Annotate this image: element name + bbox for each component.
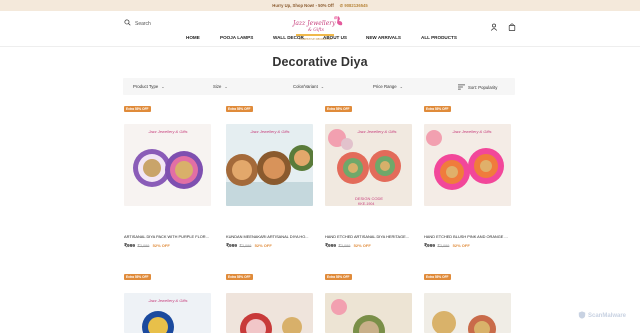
filter-product-type[interactable]: Product Type ⌄ [133,84,165,89]
product-name[interactable]: ARTISANAL DIYA PACK WITH PURPLE FLOR... [124,234,212,239]
chevron-down-icon: ⌄ [224,84,228,89]
chevron-down-icon: ⌄ [320,84,325,89]
product-price: ₹999 ₹2,099 52% OFF [226,243,272,249]
cart-bag-icon[interactable] [508,18,516,36]
announcement-bar: Hurry Up, Shop Now! - 50% Off ✆ 90821365… [0,0,640,11]
search-box[interactable]: Search [124,19,151,28]
discount-badge: Extra 55% OFF [226,106,253,112]
product-image[interactable]: Jazz Jewellery & Gifts [424,124,511,206]
discount-badge: Extra 55% OFF [325,274,352,280]
product-card[interactable]: Extra 55% OFF [424,274,514,333]
product-card[interactable]: Extra 55% OFF [226,274,316,333]
product-card[interactable]: Extra 55% OFF [325,274,415,333]
announcement-phone[interactable]: ✆ 9082136545 [340,3,368,8]
product-card[interactable]: Extra 55% OFF Jazz Jewellery & Gifts [124,274,214,333]
page-title: Decorative Diya [272,55,368,69]
product-name[interactable]: HAND ETCHED BLUSH PINK AND ORANGE ... [424,234,512,239]
filter-price-range[interactable]: Price Range ⌄ [373,84,403,89]
header-divider [0,46,640,47]
discount-badge: Extra 55% OFF [325,106,352,112]
nav-item-wall-decor[interactable]: WALL DECOR [273,35,304,40]
main-nav: HOME POOJA LAMPS WALL DECOR ABOUT US NEW… [0,35,640,45]
product-card[interactable]: Extra 55% OFF Jazz Jewellery & Gifts KUN… [226,106,316,256]
nav-item-all-products[interactable]: ALL PRODUCTS [421,35,457,40]
discount-badge: Extra 55% OFF [124,274,151,280]
svg-text:& Gifts: & Gifts [308,28,325,33]
product-image[interactable]: DESIGN CODE KKE-1904 Jazz Jewellery & Gi… [325,124,412,206]
svg-text:Jazz Jewellery: Jazz Jewellery [291,20,336,27]
product-price: ₹999 ₹2,099 52% OFF [124,243,170,249]
filter-bar: Product Type ⌄ Size ⌄ Color/Variant ⌄ Price… [123,78,515,95]
svg-text:KKE-1904: KKE-1904 [358,202,374,206]
nav-item-new-arrivals[interactable]: NEW ARRIVALS [366,35,401,40]
product-image[interactable] [325,293,412,333]
shield-icon [578,311,586,321]
product-price: ₹999 ₹2,099 52% OFF [424,243,470,249]
nav-item-about-us[interactable]: ABOUT US [323,35,347,40]
product-card[interactable]: Extra 55% OFF Jazz Jewellery & Gifts ART… [124,106,214,256]
svg-text:Jazz Jewellery & Gifts: Jazz Jewellery & Gifts [451,129,491,134]
discount-badge: Extra 55% OFF [124,106,151,112]
chevron-down-icon: ⌄ [161,84,165,89]
discount-badge: Extra 55% OFF [424,106,451,112]
sort-icon [458,84,465,91]
product-name[interactable]: HAND ETCHED ARTISANAL DIYA HERITAGE... [325,234,413,239]
chevron-down-icon: ⌄ [399,84,404,89]
product-image[interactable] [424,293,511,333]
svg-text:Jazz Jewellery & Gifts: Jazz Jewellery & Gifts [356,129,396,134]
nav-item-pooja-lamps[interactable]: POOJA LAMPS [220,35,253,40]
product-image[interactable]: Jazz Jewellery & Gifts [124,293,211,333]
discount-badge: Extra 55% OFF [424,274,451,280]
discount-badge: Extra 55% OFF [226,274,253,280]
announcement-text: Hurry Up, Shop Now! - 50% Off [272,3,334,8]
nav-item-home[interactable]: HOME [186,35,200,40]
watermark: ScanMalware [578,311,626,321]
product-image[interactable]: Jazz Jewellery & Gifts [124,124,211,206]
search-icon[interactable] [124,19,131,28]
product-name[interactable]: KUNDAN MEENAKARI ARTISANAL DIYA HO... [226,234,314,239]
svg-text:Jazz Jewellery & Gifts: Jazz Jewellery & Gifts [249,129,289,134]
product-card[interactable]: Extra 55% OFF Jazz Jewellery & Gifts HAN… [424,106,514,256]
product-image[interactable]: Jazz Jewellery & Gifts [226,124,313,206]
filter-size[interactable]: Size ⌄ [213,84,228,89]
svg-text:DESIGN CODE: DESIGN CODE [355,196,383,201]
header-icons [490,18,516,36]
svg-text:Jazz Jewellery & Gifts: Jazz Jewellery & Gifts [147,298,187,303]
search-label[interactable]: Search [135,21,151,27]
svg-text:Jazz Jewellery & Gifts: Jazz Jewellery & Gifts [147,129,187,134]
product-image[interactable] [226,293,313,333]
account-icon[interactable] [490,18,498,36]
sort-dropdown[interactable]: Sort: Popularity [458,84,497,91]
product-price: ₹999 ₹2,099 52% OFF [325,243,371,249]
product-card[interactable]: Extra 55% OFF DESIGN CODE KKE-1904 Jazz … [325,106,415,256]
filter-color-variant[interactable]: Color/Variant ⌄ [293,84,324,89]
